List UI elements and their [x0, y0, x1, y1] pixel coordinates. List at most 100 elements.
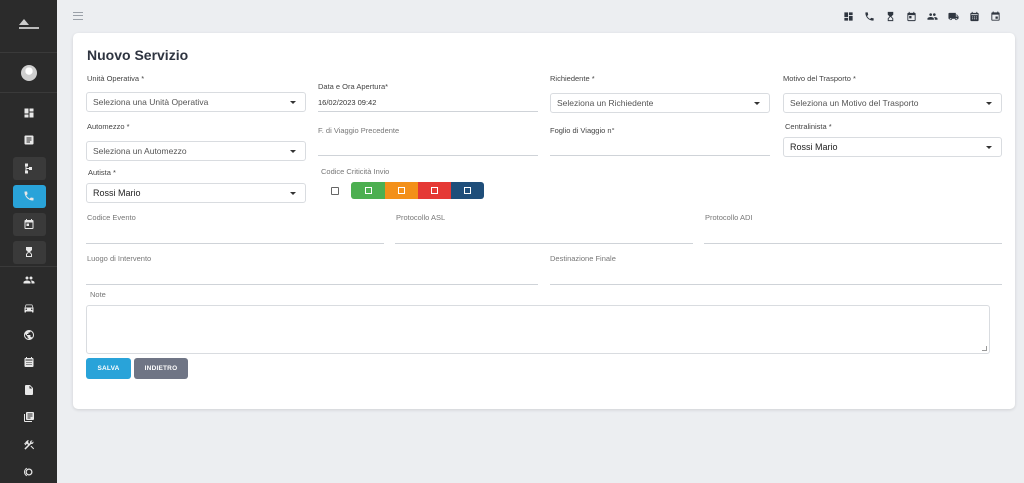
- motivo-trasporto-select[interactable]: Seleziona un Motivo del Trasporto: [783, 93, 1002, 113]
- car-icon: [24, 304, 33, 313]
- note-textarea[interactable]: [86, 305, 990, 354]
- sidebar-item-copies[interactable]: [0, 405, 57, 429]
- automezzo-select[interactable]: Seleziona un Automezzo: [86, 141, 306, 161]
- calendar-grid-icon: [24, 357, 33, 367]
- checkbox-icon: [431, 187, 438, 194]
- richiedente-placeholder: Seleziona un Richiedente: [557, 98, 654, 108]
- sidebar-item-dashboard[interactable]: [0, 101, 57, 125]
- sidebar-item-world[interactable]: [0, 323, 57, 347]
- data-apertura-label: Data e Ora Apertura*: [318, 82, 389, 91]
- data-apertura-input[interactable]: 16/02/2023 09:42: [318, 96, 538, 112]
- sidebar-item-vehicles[interactable]: [0, 296, 57, 320]
- sidebar-item-pending[interactable]: [0, 240, 57, 264]
- calendar-icon[interactable]: [905, 10, 917, 22]
- foglio-precedente-input[interactable]: [318, 140, 538, 156]
- destinazione-finale-input[interactable]: [550, 269, 1002, 285]
- note-label: Note: [90, 290, 106, 299]
- sidebar-logo[interactable]: [0, 0, 57, 53]
- centralinista-label: Centralinista *: [785, 122, 832, 131]
- motivo-trasporto-placeholder: Seleziona un Motivo del Trasporto: [790, 98, 919, 108]
- new-service-form-card: Nuovo Servizio Unità Operativa * Selezio…: [73, 33, 1015, 409]
- chevron-down-icon: [290, 150, 296, 153]
- top-toolbar: [842, 10, 1001, 22]
- sidebar: [0, 0, 57, 483]
- luogo-intervento-label: Luogo di Intervento: [87, 254, 152, 263]
- calendar-event-icon[interactable]: [989, 10, 1001, 22]
- document-list-icon: [24, 135, 33, 145]
- autista-label: Autista *: [88, 168, 116, 177]
- unita-operativa-placeholder: Seleziona una Unità Operativa: [93, 97, 209, 107]
- logo-icon: [18, 19, 39, 29]
- save-button[interactable]: SALVA: [86, 358, 131, 379]
- automezzo-label: Automezzo *: [87, 122, 130, 131]
- dashboard-icon[interactable]: [842, 10, 854, 22]
- criticita-green-button[interactable]: [351, 182, 385, 199]
- criticita-blue-button[interactable]: [451, 182, 484, 199]
- calendar-grid-icon[interactable]: [968, 10, 980, 22]
- centralinista-select[interactable]: Rossi Mario: [783, 137, 1002, 157]
- foglio-precedente-label: F. di Viaggio Precedente: [318, 126, 400, 135]
- page-title: Nuovo Servizio: [87, 47, 189, 63]
- protocollo-adi-label: Protocollo ADI: [705, 213, 753, 222]
- checkbox-icon: [398, 187, 405, 194]
- motivo-trasporto-label: Motivo del Trasporto *: [783, 74, 856, 83]
- destinazione-finale-label: Destinazione Finale: [550, 254, 616, 263]
- sidebar-item-flow[interactable]: [0, 156, 57, 180]
- cycle-icon: [23, 467, 32, 477]
- centralinista-value: Rossi Mario: [790, 142, 838, 152]
- sidebar-item-documents[interactable]: [0, 128, 57, 152]
- sidebar-item-calendar[interactable]: [0, 212, 57, 236]
- checkbox-icon: [364, 187, 372, 194]
- protocollo-adi-input[interactable]: [704, 228, 1002, 244]
- hourglass-icon: [25, 247, 32, 257]
- sidebar-item-files[interactable]: [0, 378, 57, 402]
- criticita-orange-button[interactable]: [385, 182, 418, 199]
- unita-operativa-select[interactable]: Seleziona una Unità Operativa: [86, 92, 306, 112]
- sidebar-item-cycle[interactable]: [0, 460, 57, 483]
- chevron-down-icon: [986, 146, 992, 149]
- foglio-viaggio-label: Foglio di Viaggio n°: [550, 126, 615, 135]
- avatar: [20, 64, 37, 81]
- checkbox-icon: [464, 187, 471, 194]
- luogo-intervento-input[interactable]: [86, 269, 538, 285]
- codice-evento-input[interactable]: [86, 228, 384, 244]
- protocollo-asl-input[interactable]: [395, 228, 693, 244]
- globe-icon: [23, 330, 34, 340]
- tools-icon: [23, 440, 34, 450]
- autista-value: Rossi Mario: [93, 188, 141, 198]
- sidebar-item-tools[interactable]: [0, 433, 57, 457]
- autista-select[interactable]: Rossi Mario: [86, 183, 306, 203]
- people-icon: [23, 276, 34, 284]
- sidebar-item-calls[interactable]: [0, 184, 57, 208]
- chevron-down-icon: [754, 102, 760, 105]
- richiedente-select[interactable]: Seleziona un Richiedente: [550, 93, 770, 113]
- codice-evento-label: Codice Evento: [87, 213, 136, 222]
- user-avatar-area[interactable]: [0, 53, 57, 93]
- people-icon[interactable]: [926, 10, 938, 22]
- criticita-none-checkbox[interactable]: [331, 187, 339, 195]
- phone-icon[interactable]: [863, 10, 875, 22]
- calendar-icon: [24, 219, 33, 229]
- phone-icon: [24, 191, 33, 201]
- flow-icon: [24, 163, 32, 174]
- unita-operativa-label: Unità Operativa *: [87, 74, 145, 83]
- hourglass-icon[interactable]: [884, 10, 896, 22]
- hamburger-menu-icon[interactable]: [73, 12, 83, 20]
- criticita-red-button[interactable]: [418, 182, 451, 199]
- protocollo-asl-label: Protocollo ASL: [396, 213, 446, 222]
- truck-icon[interactable]: [947, 10, 959, 22]
- data-apertura-value: 16/02/2023 09:42: [318, 98, 377, 107]
- file-icon: [24, 385, 33, 395]
- copy-icon: [23, 412, 34, 422]
- resize-handle-icon[interactable]: [982, 346, 987, 351]
- back-button[interactable]: INDIETRO: [134, 358, 188, 379]
- chevron-down-icon: [290, 192, 296, 195]
- chevron-down-icon: [986, 102, 992, 105]
- sidebar-item-schedule[interactable]: [0, 350, 57, 374]
- richiedente-label: Richiedente *: [550, 74, 595, 83]
- sidebar-item-people[interactable]: [0, 268, 57, 292]
- dashboard-icon: [24, 108, 33, 118]
- automezzo-placeholder: Seleziona un Automezzo: [93, 146, 187, 156]
- foglio-viaggio-input[interactable]: [550, 140, 770, 156]
- chevron-down-icon: [290, 101, 296, 104]
